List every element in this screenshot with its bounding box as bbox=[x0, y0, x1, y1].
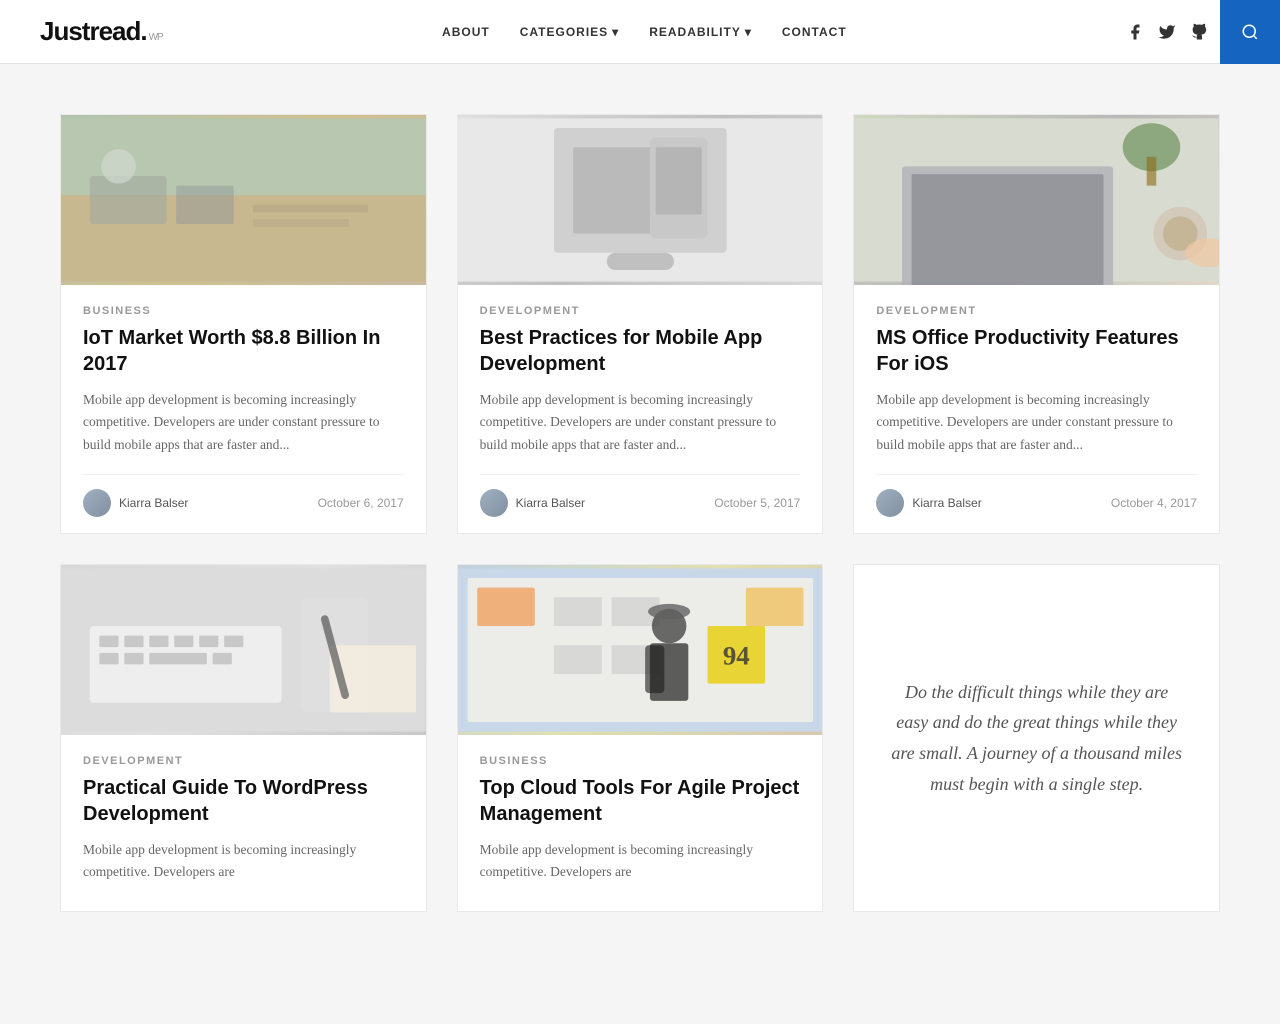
card-category-2: DEVELOPMENT bbox=[480, 305, 801, 317]
posts-row-2: DEVELOPMENT Practical Guide To WordPress… bbox=[60, 564, 1220, 913]
phone-image-svg bbox=[458, 115, 823, 285]
nav-readability[interactable]: READABILITY ▾ bbox=[649, 25, 752, 39]
quote-card: Do the difficult things while they are e… bbox=[853, 564, 1220, 913]
facebook-icon[interactable] bbox=[1126, 23, 1144, 41]
svg-text:94: 94 bbox=[723, 640, 750, 670]
card-title-2: Best Practices for Mobile App Developmen… bbox=[480, 325, 801, 377]
card-author-3: Kiarra Balser bbox=[876, 489, 981, 517]
post-image-1 bbox=[61, 115, 426, 285]
keyboard-image-svg bbox=[61, 565, 426, 735]
card-excerpt-2: Mobile app development is becoming incre… bbox=[480, 389, 801, 456]
card-date-1: October 6, 2017 bbox=[318, 496, 404, 510]
card-author-1: Kiarra Balser bbox=[83, 489, 188, 517]
site-header: Justread.WP ABOUT CATEGORIES ▾ READABILI… bbox=[0, 0, 1280, 64]
author-avatar-2 bbox=[480, 489, 508, 517]
card-meta-2: Kiarra Balser October 5, 2017 bbox=[480, 474, 801, 517]
chevron-down-icon: ▾ bbox=[745, 25, 752, 39]
author-avatar-1 bbox=[83, 489, 111, 517]
card-excerpt-3: Mobile app development is becoming incre… bbox=[876, 389, 1197, 456]
post-image-5: 94 bbox=[458, 565, 823, 735]
card-category-3: DEVELOPMENT bbox=[876, 305, 1197, 317]
card-title-5: Top Cloud Tools For Agile Project Manage… bbox=[480, 775, 801, 827]
github-icon[interactable] bbox=[1190, 23, 1208, 41]
card-body-5: BUSINESS Top Cloud Tools For Agile Proje… bbox=[458, 735, 823, 912]
card-date-2: October 5, 2017 bbox=[714, 496, 800, 510]
card-category-1: BUSINESS bbox=[83, 305, 404, 317]
posts-row-1: BUSINESS IoT Market Worth $8.8 Billion I… bbox=[60, 114, 1220, 534]
card-title-4: Practical Guide To WordPress Development bbox=[83, 775, 404, 827]
laptop-image-svg bbox=[854, 115, 1219, 285]
search-icon bbox=[1241, 23, 1259, 41]
card-title-1: IoT Market Worth $8.8 Billion In 2017 bbox=[83, 325, 404, 377]
card-body-1: BUSINESS IoT Market Worth $8.8 Billion I… bbox=[61, 285, 426, 533]
card-excerpt-5: Mobile app development is becoming incre… bbox=[480, 839, 801, 884]
post-card-4[interactable]: DEVELOPMENT Practical Guide To WordPress… bbox=[60, 564, 427, 913]
nav-about[interactable]: ABOUT bbox=[442, 25, 490, 39]
main-nav: ABOUT CATEGORIES ▾ READABILITY ▾ CONTACT bbox=[442, 25, 847, 39]
card-meta-1: Kiarra Balser October 6, 2017 bbox=[83, 474, 404, 517]
nav-contact[interactable]: CONTACT bbox=[782, 25, 847, 39]
site-logo[interactable]: Justread.WP bbox=[40, 16, 163, 47]
whiteboard-image-svg: 94 bbox=[458, 565, 823, 735]
card-body-4: DEVELOPMENT Practical Guide To WordPress… bbox=[61, 735, 426, 912]
main-content: BUSINESS IoT Market Worth $8.8 Billion I… bbox=[40, 114, 1240, 912]
card-category-4: DEVELOPMENT bbox=[83, 755, 404, 767]
card-excerpt-1: Mobile app development is becoming incre… bbox=[83, 389, 404, 456]
post-image-2 bbox=[458, 115, 823, 285]
card-body-2: DEVELOPMENT Best Practices for Mobile Ap… bbox=[458, 285, 823, 533]
post-card-2[interactable]: DEVELOPMENT Best Practices for Mobile Ap… bbox=[457, 114, 824, 534]
card-date-3: October 4, 2017 bbox=[1111, 496, 1197, 510]
card-excerpt-4: Mobile app development is becoming incre… bbox=[83, 839, 404, 884]
card-meta-3: Kiarra Balser October 4, 2017 bbox=[876, 474, 1197, 517]
twitter-icon[interactable] bbox=[1158, 23, 1176, 41]
card-category-5: BUSINESS bbox=[480, 755, 801, 767]
post-card-5[interactable]: 94 BUSINESS Top Cloud Tools For Agile Pr… bbox=[457, 564, 824, 913]
post-card-1[interactable]: BUSINESS IoT Market Worth $8.8 Billion I… bbox=[60, 114, 427, 534]
card-body-3: DEVELOPMENT MS Office Productivity Featu… bbox=[854, 285, 1219, 533]
nav-categories[interactable]: CATEGORIES ▾ bbox=[520, 25, 619, 39]
card-author-2: Kiarra Balser bbox=[480, 489, 585, 517]
chevron-down-icon: ▾ bbox=[612, 25, 619, 39]
card-title-3: MS Office Productivity Features For iOS bbox=[876, 325, 1197, 377]
quote-text: Do the difficult things while they are e… bbox=[890, 677, 1183, 799]
post-card-3[interactable]: DEVELOPMENT MS Office Productivity Featu… bbox=[853, 114, 1220, 534]
post-image-4 bbox=[61, 565, 426, 735]
post-image-3 bbox=[854, 115, 1219, 285]
desk-image-svg bbox=[61, 115, 426, 285]
search-button[interactable] bbox=[1220, 0, 1280, 64]
author-avatar-3 bbox=[876, 489, 904, 517]
